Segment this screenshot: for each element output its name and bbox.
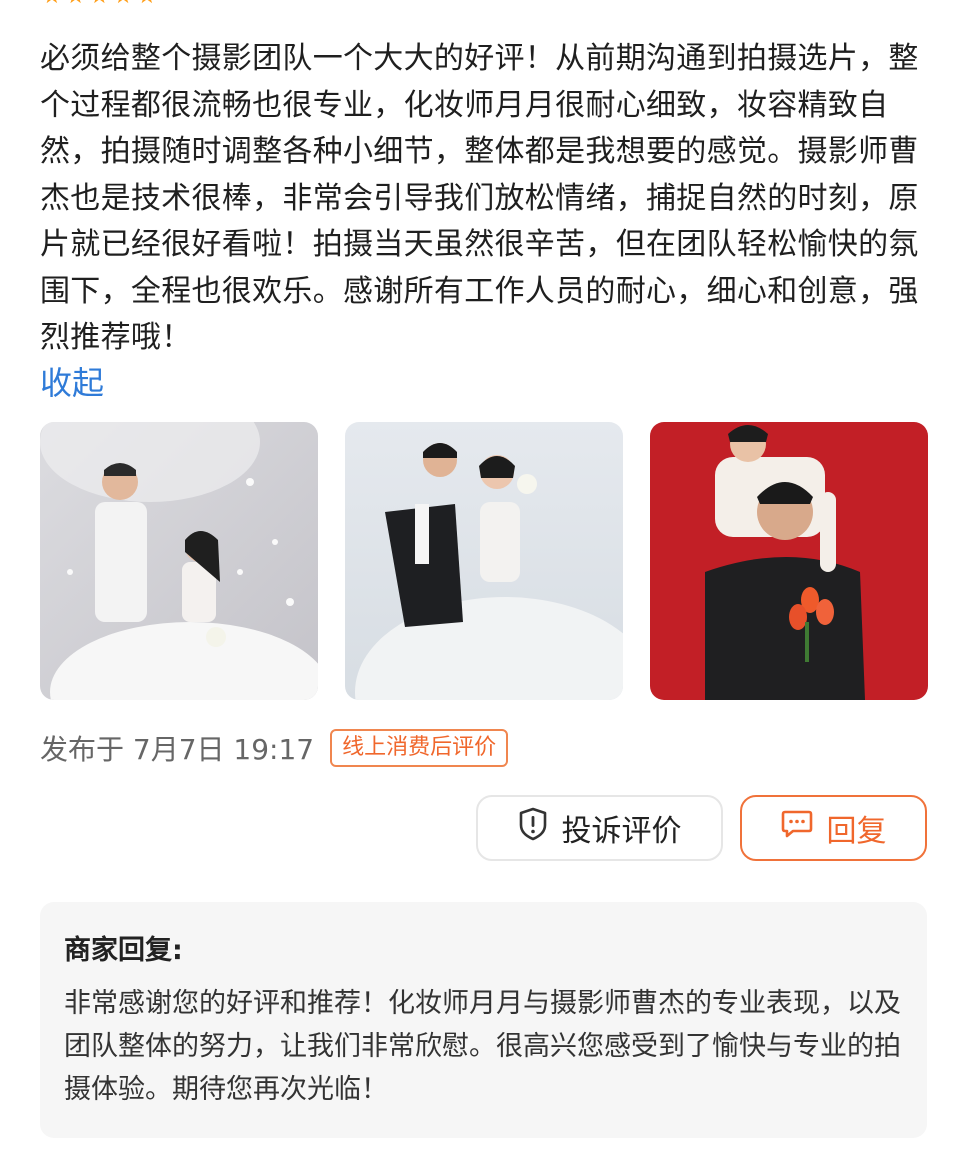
star-icon: ★	[66, 0, 86, 8]
reply-label: 回复	[826, 814, 887, 849]
star-icon: ★	[42, 0, 62, 8]
report-review-button[interactable]: 投诉评价	[476, 795, 723, 861]
merchant-reply-text: 非常感谢您的好评和推荐！化妆师月月与摄影师曹杰的专业表现，以及团队整体的努力，让…	[64, 988, 901, 1105]
chat-bubble-icon	[781, 809, 813, 847]
merchant-reply-title: 商家回复:	[64, 935, 183, 966]
couple-photo-red-background-icon	[650, 422, 928, 700]
review-text: 必须给整个摄影团队一个大大的好评！从前期沟通到拍摄选片，整个过程都很流畅也很专业…	[40, 41, 919, 355]
publish-time: 发布于 7月7日 19:17	[40, 733, 315, 766]
star-icon: ★	[89, 0, 109, 8]
star-icon: ★	[137, 0, 157, 8]
review-type-badge: 线上消费后评价	[330, 729, 509, 767]
review-photo-2[interactable]	[345, 422, 623, 700]
publish-info: 发布于 7月7日 19:17 线上消费后评价	[40, 728, 509, 768]
wedding-photo-white-suit-icon	[40, 422, 318, 700]
photo-gallery	[40, 422, 928, 700]
reply-button[interactable]: 回复	[740, 795, 927, 861]
star-icon: ★	[113, 0, 133, 8]
review-photo-1[interactable]	[40, 422, 318, 700]
report-review-label: 投诉评价	[561, 814, 682, 849]
wedding-photo-black-suit-icon	[345, 422, 623, 700]
review-photo-3[interactable]	[650, 422, 928, 700]
collapse-link[interactable]: 收起	[40, 358, 104, 404]
merchant-reply-box: 商家回复: 非常感谢您的好评和推荐！化妆师月月与摄影师曹杰的专业表现，以及团队整…	[40, 902, 927, 1138]
shield-alert-icon	[518, 807, 548, 849]
rating-stars: ★ ★ ★ ★ ★	[42, 0, 157, 8]
